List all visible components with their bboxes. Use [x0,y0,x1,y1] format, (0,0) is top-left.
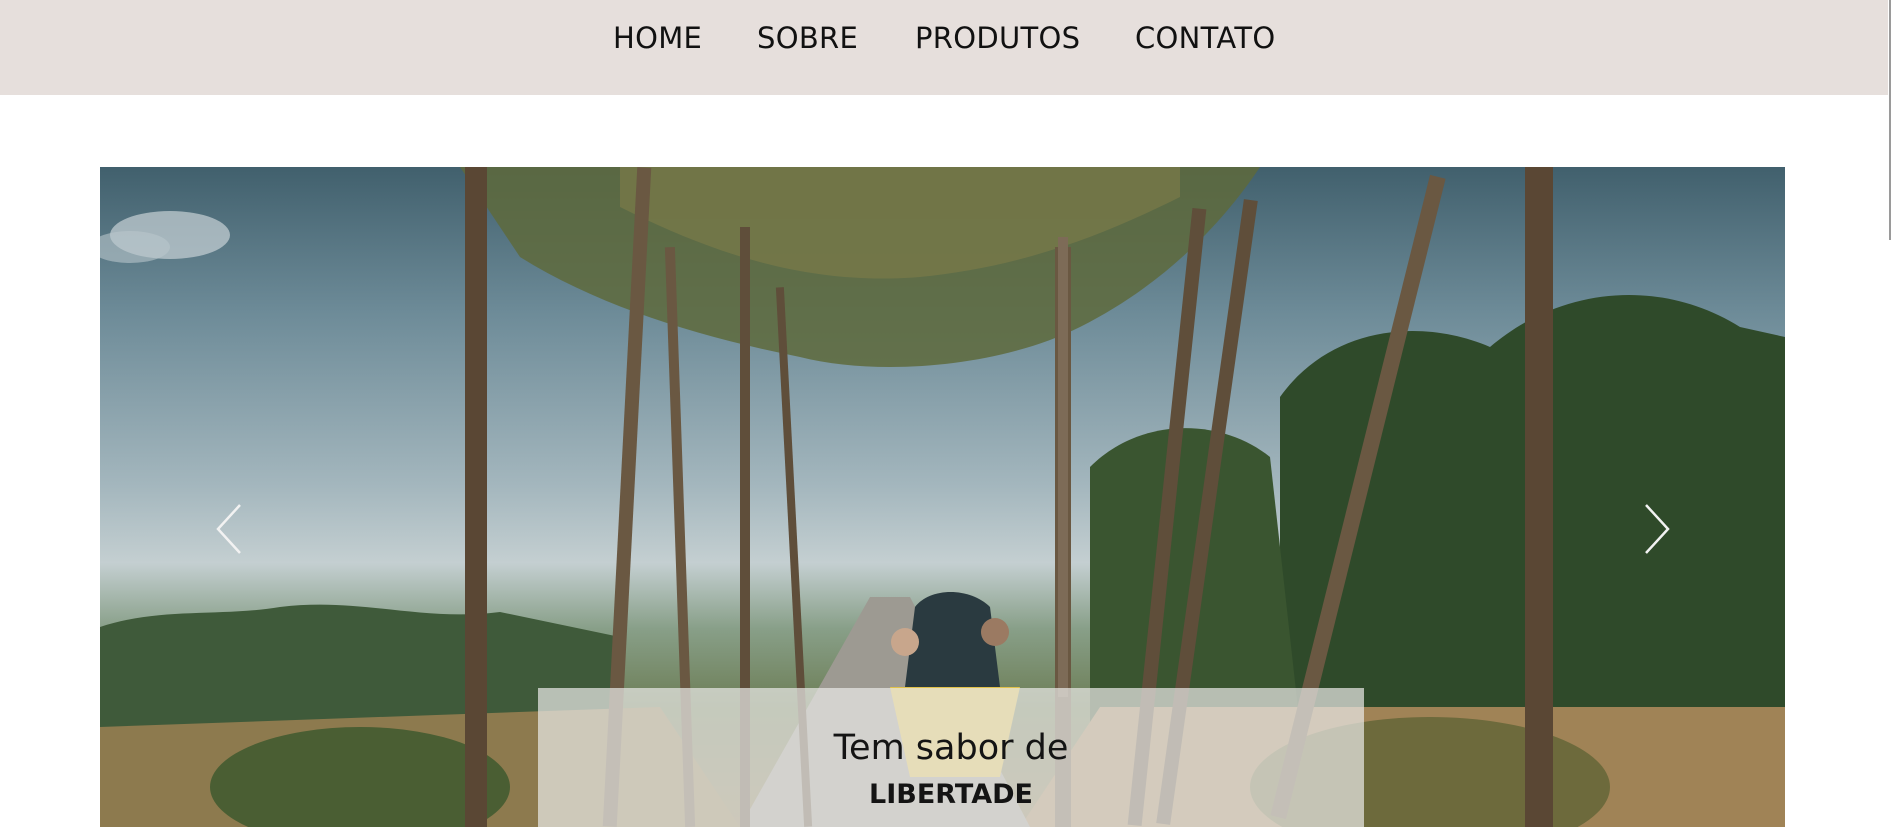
nav-item-home[interactable]: HOME [613,19,702,57]
nav-item-produtos[interactable]: PRODUTOS [915,19,1080,57]
nav-item-contato[interactable]: CONTATO [1135,19,1275,57]
page: HOME SOBRE PRODUTOS CONTATO Tem sabor de… [0,0,1892,827]
nav-menu: HOME SOBRE PRODUTOS CONTATO [0,0,1888,95]
caption-subtitle: LIBERTADE [869,779,1033,810]
hero-carousel: Tem sabor de LIBERTADE [100,167,1785,827]
top-navigation: HOME SOBRE PRODUTOS CONTATO [0,0,1888,95]
chevron-right-icon [1645,504,1670,554]
caption-title: Tem sabor de [833,728,1069,768]
nav-item-sobre[interactable]: SOBRE [757,19,858,57]
chevron-left-icon [216,504,241,554]
page-scrollbar[interactable] [1888,0,1892,827]
scrollbar-thumb[interactable] [1889,0,1891,240]
carousel-next-button[interactable] [1636,501,1676,557]
carousel-prev-button[interactable] [210,501,250,557]
carousel-caption: Tem sabor de LIBERTADE [538,688,1364,827]
